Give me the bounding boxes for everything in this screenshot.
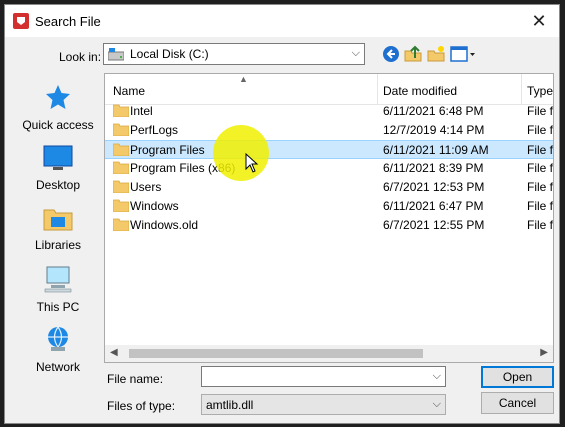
- place-label: This PC: [36, 300, 80, 314]
- file-type: File fo: [527, 104, 554, 118]
- file-name: Intel: [130, 104, 153, 118]
- file-type: File fo: [527, 143, 554, 157]
- search-file-dialog: Search File ✕ Look in: Local Disk (C:) ⌵: [4, 4, 560, 424]
- file-type: File fo: [527, 218, 554, 232]
- file-row-selected[interactable]: Program Files 6/11/2021 11:09 AM File fo: [105, 140, 553, 159]
- cancel-button[interactable]: Cancel: [481, 392, 554, 414]
- scroll-right-icon[interactable]: ▶: [540, 347, 548, 358]
- column-divider: [521, 74, 522, 104]
- scrollbar-thumb[interactable]: [129, 349, 423, 358]
- place-label: Network: [35, 360, 80, 374]
- file-row[interactable]: Intel 6/11/2021 6:48 PM File fo: [105, 102, 553, 121]
- column-name[interactable]: Name: [113, 84, 145, 98]
- file-date: 6/7/2021 12:53 PM: [383, 180, 485, 194]
- file-type: File fo: [527, 180, 554, 194]
- file-name-label: File name:: [107, 372, 164, 386]
- folder-icon: [113, 180, 129, 193]
- list-header: ▲ Name Date modified Type: [105, 74, 553, 105]
- title-bar: Search File ✕: [5, 5, 559, 37]
- look-in-dropdown[interactable]: Local Disk (C:) ⌵: [103, 43, 365, 65]
- quick-access-icon: [46, 85, 70, 109]
- file-name: Windows: [130, 199, 179, 213]
- close-button[interactable]: ✕: [519, 5, 559, 37]
- app-icon: [13, 13, 29, 29]
- file-name: PerfLogs: [130, 123, 179, 137]
- window-title: Search File: [35, 14, 101, 29]
- place-label: Desktop: [35, 178, 81, 192]
- column-divider: [377, 74, 378, 104]
- place-label: Libraries: [34, 238, 82, 252]
- file-date: 6/11/2021 6:47 PM: [383, 199, 484, 213]
- this-pc-icon: [44, 266, 72, 293]
- cursor-highlight: [213, 125, 269, 181]
- folder-icon: [113, 161, 129, 174]
- file-type: File fo: [527, 161, 554, 175]
- column-date-modified[interactable]: Date modified: [383, 84, 457, 98]
- place-quick-access[interactable]: Quick access: [13, 83, 103, 132]
- file-row[interactable]: Users 6/7/2021 12:53 PM File fo: [105, 178, 553, 197]
- file-date: 6/11/2021 11:09 AM: [383, 143, 489, 157]
- open-button[interactable]: Open: [481, 366, 554, 388]
- sort-ascending-icon: ▲: [239, 74, 248, 84]
- file-row[interactable]: Windows 6/11/2021 6:47 PM File fo: [105, 197, 553, 216]
- file-date: 6/11/2021 8:39 PM: [383, 161, 484, 175]
- file-date: 6/7/2021 12:55 PM: [383, 218, 485, 232]
- file-type-label: Files of type:: [107, 399, 176, 413]
- file-type: File fo: [527, 123, 554, 137]
- folder-icon: [113, 199, 129, 212]
- file-row[interactable]: Program Files (x86) 6/11/2021 8:39 PM Fi…: [105, 159, 553, 178]
- view-menu-icon[interactable]: [449, 44, 477, 64]
- look-in-value: Local Disk (C:): [130, 47, 209, 61]
- desktop-icon: [43, 145, 73, 170]
- places-bar: Quick access Desktop Libraries This PC N…: [13, 73, 103, 383]
- file-type: File fo: [527, 199, 554, 213]
- new-folder-icon[interactable]: [426, 44, 446, 64]
- place-network[interactable]: Network: [13, 325, 103, 374]
- file-date: 12/7/2019 4:14 PM: [383, 123, 485, 137]
- place-this-pc[interactable]: This PC: [13, 265, 103, 314]
- file-row[interactable]: Windows.old 6/7/2021 12:55 PM File fo: [105, 216, 553, 235]
- horizontal-scrollbar[interactable]: ◀ ▶: [105, 345, 553, 362]
- mouse-cursor-icon: [245, 153, 259, 173]
- folder-icon: [113, 143, 129, 156]
- file-name: Users: [130, 180, 162, 194]
- chevron-down-icon: ⌵: [351, 47, 360, 59]
- drive-icon: [108, 48, 124, 61]
- look-in-label: Look in:: [59, 50, 102, 64]
- file-type-dropdown[interactable]: amtlib.dll ⌵: [201, 394, 446, 415]
- file-name: Windows.old: [130, 218, 199, 232]
- place-desktop[interactable]: Desktop: [13, 145, 103, 192]
- place-label: Quick access: [22, 118, 94, 132]
- scroll-left-icon[interactable]: ◀: [110, 347, 118, 358]
- file-date: 6/11/2021 6:48 PM: [383, 104, 484, 118]
- place-libraries[interactable]: Libraries: [13, 205, 103, 252]
- folder-icon: [113, 104, 129, 117]
- file-type-value: amtlib.dll: [206, 398, 254, 412]
- file-row[interactable]: PerfLogs 12/7/2019 4:14 PM File fo: [105, 121, 553, 140]
- file-list[interactable]: ▲ Name Date modified Type Intel 6/11/202…: [104, 73, 554, 363]
- back-icon[interactable]: [381, 44, 401, 64]
- libraries-icon: [43, 209, 73, 231]
- folder-icon: [113, 218, 129, 231]
- folder-icon: [113, 123, 129, 136]
- column-type[interactable]: Type: [527, 84, 553, 98]
- chevron-down-icon: ⌵: [432, 398, 441, 410]
- network-icon: [48, 326, 68, 351]
- close-icon: ✕: [531, 10, 547, 31]
- file-name-input[interactable]: ⌵: [201, 366, 446, 387]
- up-folder-icon[interactable]: [403, 44, 423, 64]
- chevron-down-icon[interactable]: ⌵: [433, 370, 441, 383]
- file-name: Program Files: [130, 143, 205, 157]
